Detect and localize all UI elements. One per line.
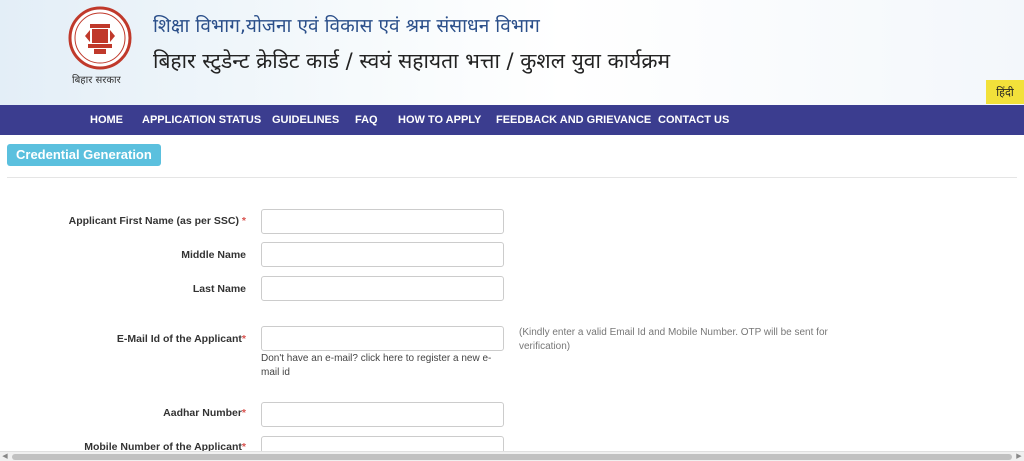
nav-application-status[interactable]: APPLICATION STATUS [142, 105, 261, 135]
nav-feedback-and-grievance[interactable]: FEEDBACK AND GRIEVANCE [496, 105, 651, 135]
scroll-right-arrow-icon[interactable]: ▶ [1014, 452, 1024, 461]
bihar-emblem-icon [68, 6, 132, 70]
email-input[interactable] [261, 326, 504, 351]
last-name-label: Last Name [192, 283, 246, 295]
section-title: Credential Generation [7, 144, 161, 166]
horizontal-scrollbar[interactable]: ◀ ▶ [0, 451, 1024, 461]
otp-note: (Kindly enter a valid Email Id and Mobil… [519, 327, 828, 352]
required-mark: * [241, 333, 246, 345]
middle-name-input[interactable] [261, 242, 504, 267]
scheme-title: बिहार स्टुडेन्ट क्रेडिट कार्ड / स्वयं सह… [153, 49, 671, 73]
nav-contact-us[interactable]: CONTACT US [658, 105, 729, 135]
nav-how-to-apply[interactable]: HOW TO APPLY [398, 105, 481, 135]
aadhar-label: Aadhar Number* [163, 407, 246, 419]
language-toggle-button[interactable]: हिंदी [986, 80, 1024, 104]
last-name-input[interactable] [261, 276, 504, 301]
nav-faq[interactable]: FAQ [355, 105, 378, 135]
middle-name-label: Middle Name [181, 249, 246, 261]
first-name-label: Applicant First Name (as per SSC) * [68, 215, 246, 227]
scrollbar-thumb[interactable] [12, 454, 1012, 460]
department-title: शिक्षा विभाग,योजना एवं विकास एवं श्रम सं… [153, 15, 540, 37]
required-mark: * [241, 215, 246, 227]
logo-caption: बिहार सरकार [72, 75, 121, 86]
nav-home[interactable]: HOME [90, 105, 123, 135]
nav-guidelines[interactable]: GUIDELINES [272, 105, 339, 135]
email-label: E-Mail Id of the Applicant* [116, 333, 246, 345]
register-email-link[interactable]: Don't have an e-mail? click here to regi… [261, 353, 491, 378]
main-navbar: HOME APPLICATION STATUS GUIDELINES FAQ H… [0, 105, 1024, 135]
required-mark: * [241, 407, 246, 419]
register-email-help: Don't have an e-mail? click here to regi… [261, 352, 499, 380]
site-header: बिहार सरकार शिक्षा विभाग,योजना एवं विकास… [0, 0, 1024, 105]
section-divider [7, 177, 1017, 178]
scroll-left-arrow-icon[interactable]: ◀ [0, 452, 10, 461]
first-name-input[interactable] [261, 209, 504, 234]
aadhar-input[interactable] [261, 402, 504, 427]
